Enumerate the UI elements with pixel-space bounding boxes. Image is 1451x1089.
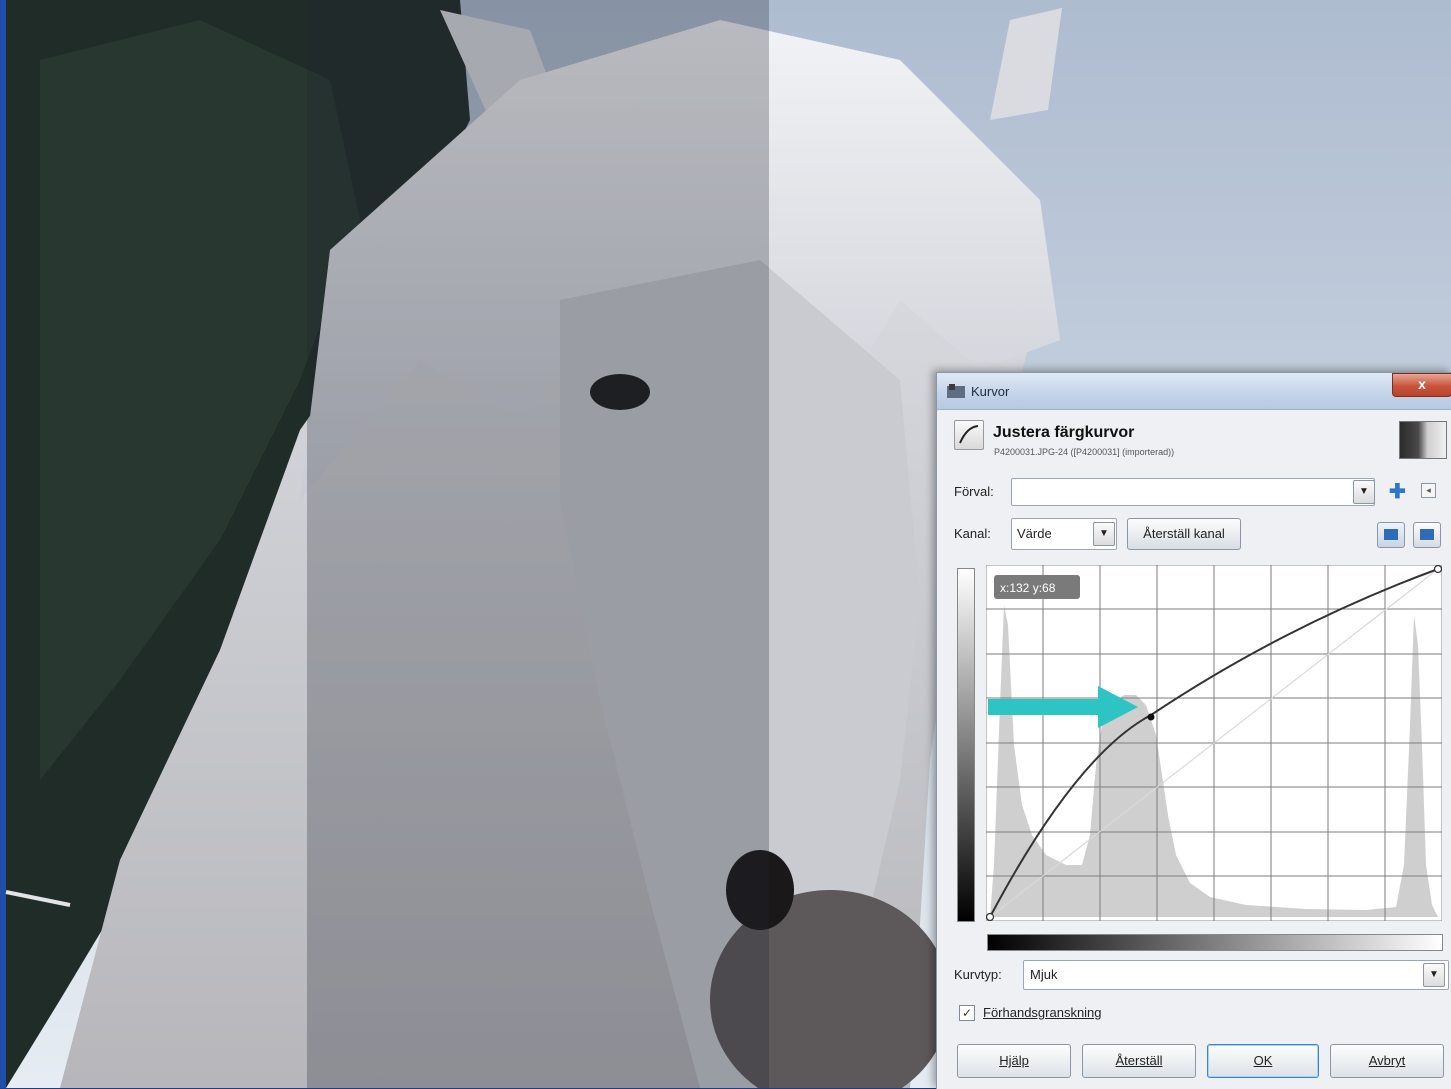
preset-combo[interactable] xyxy=(1011,478,1375,506)
curves-dialog: Kurvor x Justera färgkurvor P4200031.JPG… xyxy=(936,372,1451,1089)
darkened-band xyxy=(307,0,769,1088)
reset-channel-button[interactable]: Återställ kanal xyxy=(1127,518,1241,550)
input-gradient xyxy=(987,934,1443,951)
chevron-down-icon[interactable]: ▼ xyxy=(1423,963,1445,987)
channel-value: Värde xyxy=(1017,526,1052,541)
curve-control-point xyxy=(1147,713,1155,721)
preview-label[interactable]: Förhandsgranskning xyxy=(983,1005,1102,1020)
curve-type-select[interactable]: Mjuk xyxy=(1023,960,1449,990)
curve-endpoint-high xyxy=(1433,565,1442,574)
log-histogram-icon xyxy=(1420,529,1434,540)
reset-button[interactable]: Återställ xyxy=(1082,1044,1196,1078)
curve-endpoint-low xyxy=(986,912,995,921)
linear-histogram-toggle[interactable] xyxy=(1377,522,1405,548)
channel-label: Kanal: xyxy=(954,526,991,541)
preset-menu-icon[interactable]: ◂ xyxy=(1421,483,1436,498)
help-button[interactable]: Hjälp xyxy=(957,1044,1071,1078)
curve-type-value: Mjuk xyxy=(1030,967,1058,982)
image-thumbnail xyxy=(1399,421,1447,459)
coordinate-readout: x:132 y:68 xyxy=(1000,581,1056,595)
chevron-down-icon[interactable]: ▼ xyxy=(1093,522,1115,546)
cancel-button[interactable]: Avbryt xyxy=(1330,1044,1444,1078)
gimp-icon xyxy=(947,384,965,398)
curve-type-label: Kurvtyp: xyxy=(954,967,1002,982)
window-title: Kurvor xyxy=(971,384,1010,399)
linear-histogram-icon xyxy=(1384,529,1398,540)
plus-icon[interactable]: ✚ xyxy=(1389,479,1406,504)
preview-checkbox[interactable]: ✓ xyxy=(959,1005,975,1021)
chevron-down-icon[interactable]: ▼ xyxy=(1353,480,1375,504)
curves-tool-icon xyxy=(954,420,984,450)
preset-label: Förval: xyxy=(954,484,994,499)
close-button[interactable]: x xyxy=(1392,373,1451,397)
curve-editor[interactable]: x:132 y:68 xyxy=(986,565,1442,921)
output-gradient xyxy=(957,568,975,922)
titlebar[interactable]: Kurvor x xyxy=(937,373,1451,410)
dialog-header: Justera färgkurvor P4200031.JPG-24 ([P42… xyxy=(937,410,1451,468)
image-name: P4200031.JPG-24 ([P4200031] (importerad)… xyxy=(994,447,1175,457)
dialog-heading: Justera färgkurvor xyxy=(993,424,1135,441)
log-histogram-toggle[interactable] xyxy=(1413,522,1441,548)
ok-button[interactable]: OK xyxy=(1207,1044,1319,1078)
arrow-annotation-icon xyxy=(988,686,1138,728)
